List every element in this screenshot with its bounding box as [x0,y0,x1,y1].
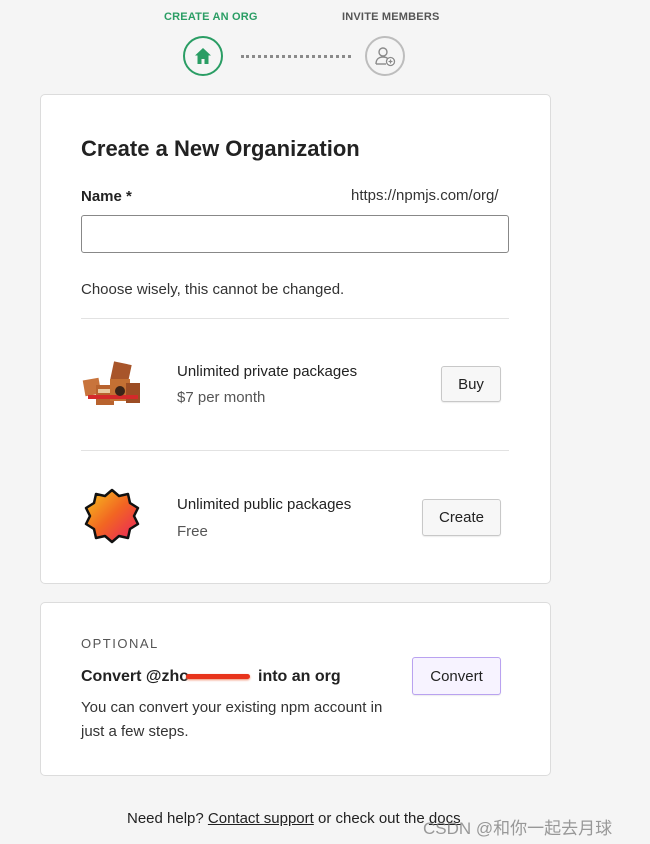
home-icon [195,48,211,64]
help-prefix: Need help? [127,810,204,827]
buy-button[interactable]: Buy [441,366,501,402]
plan-title-private: Unlimited private packages [177,363,358,380]
step-connector [241,55,351,58]
convert-description-line2: just a few steps. [81,723,189,740]
convert-title-suffix: into an org [258,668,341,685]
boxes-icon [82,359,142,409]
plan-price-public: Free [177,523,208,540]
page-title: Create a New Organization [81,136,360,161]
convert-title-prefix: Convert @zho [81,668,190,685]
convert-description-line1: You can convert your existing npm accoun… [81,699,383,716]
convert-button[interactable]: Convert [412,657,501,695]
step-label-create-org: CREATE AN ORG [164,11,258,23]
step-create-org [183,36,223,76]
name-label: Name * [81,188,132,205]
badge-icon [84,488,140,544]
org-url-prefix: https://npmjs.com/org/ [351,187,499,204]
divider [81,318,509,319]
plan-price-private: $7 per month [177,389,266,406]
plan-title-public: Unlimited public packages [177,496,352,513]
create-button[interactable]: Create [422,499,501,536]
help-text: Need help? Contact support or check out … [127,810,461,827]
divider [81,450,509,451]
add-user-icon [375,47,396,67]
help-middle: or check out the [317,810,425,827]
org-name-input[interactable] [81,215,509,253]
name-hint: Choose wisely, this cannot be changed. [81,281,345,298]
redaction-mark [186,674,250,679]
optional-eyebrow: OPTIONAL [81,636,159,651]
contact-support-link[interactable]: Contact support [208,810,314,827]
step-invite-members [365,36,405,76]
step-label-invite-members: INVITE MEMBERS [342,11,440,23]
watermark: CSDN @和你一起去月球 [423,819,613,838]
